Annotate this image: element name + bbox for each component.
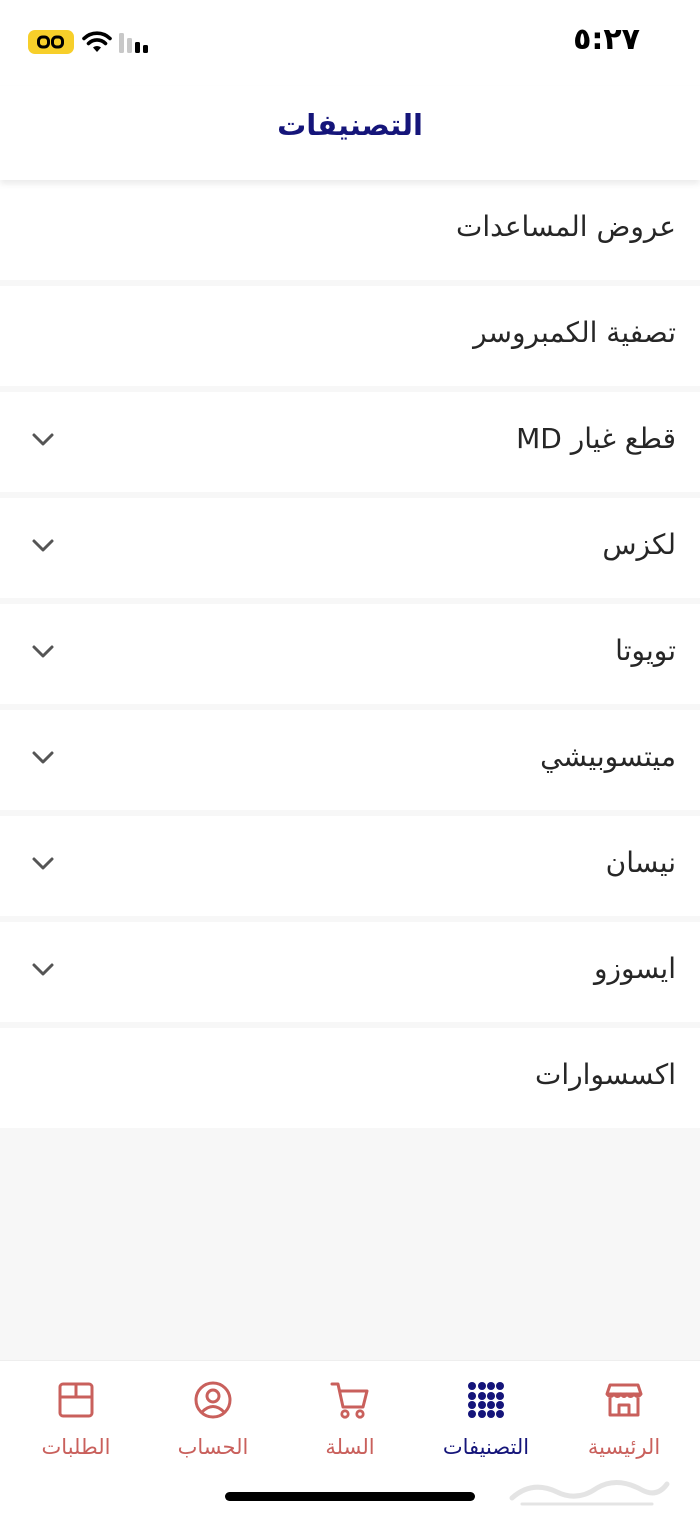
signal-icon — [119, 33, 148, 53]
category-list: عروض المساعدات تصفية الكمبروسر قطع غيار … — [0, 180, 700, 1134]
nav-label-home: الرئيسية — [587, 1435, 661, 1459]
page-title: التصنيفات — [277, 108, 423, 142]
nav-item-home[interactable]: الرئيسية — [554, 1379, 694, 1469]
category-row[interactable]: اكسسوارات — [0, 1028, 700, 1128]
category-row[interactable]: عروض المساعدات — [0, 180, 700, 280]
chevron-down-icon[interactable] — [30, 854, 56, 872]
home-indicator — [225, 1492, 475, 1501]
wifi-icon — [82, 31, 112, 52]
category-label: قطع غيار MD — [516, 422, 676, 455]
category-label: عروض المساعدات — [456, 210, 676, 243]
battery-icon — [28, 30, 74, 54]
status-time: ٥:٢٧ — [573, 22, 640, 57]
chevron-down-icon[interactable] — [30, 536, 56, 554]
nav-item-categories[interactable]: التصنيفات — [416, 1379, 556, 1469]
store-icon — [605, 1383, 643, 1417]
haraj-watermark-logo — [509, 1480, 670, 1506]
category-label: اكسسوارات — [535, 1058, 676, 1091]
category-row[interactable]: ايسوزو — [0, 922, 700, 1022]
header: التصنيفات — [0, 86, 700, 180]
category-row[interactable]: لكزس — [0, 498, 700, 598]
cart-icon — [330, 1382, 369, 1419]
grid-dots-icon — [468, 1382, 504, 1418]
chevron-down-icon[interactable] — [30, 960, 56, 978]
nav-label-cart: السلة — [325, 1435, 375, 1459]
category-label: تصفية الكمبروسر — [473, 316, 676, 349]
nav-item-orders[interactable]: الطلبات — [6, 1379, 146, 1469]
nav-item-cart[interactable]: السلة — [280, 1379, 420, 1469]
category-label: لكزس — [602, 528, 676, 561]
category-row[interactable]: نيسان — [0, 816, 700, 916]
nav-label-categories: التصنيفات — [442, 1435, 530, 1459]
nav-item-account[interactable]: الحساب — [143, 1379, 283, 1469]
chevron-down-icon[interactable] — [30, 430, 56, 448]
chevron-down-icon[interactable] — [30, 748, 56, 766]
category-row[interactable]: ميتسوبيشي — [0, 710, 700, 810]
category-row[interactable]: تصفية الكمبروسر — [0, 286, 700, 386]
category-label: ميتسوبيشي — [540, 740, 676, 773]
account-icon — [194, 1381, 232, 1419]
status-bar: ٥:٢٧ — [0, 0, 700, 86]
category-row[interactable]: تويوتا — [0, 604, 700, 704]
category-label: ايسوزو — [593, 952, 676, 985]
chevron-down-icon[interactable] — [30, 642, 56, 660]
nav-label-orders: الطلبات — [41, 1435, 111, 1459]
nav-label-account: الحساب — [177, 1435, 249, 1459]
category-label: نيسان — [605, 846, 676, 879]
box-icon — [58, 1382, 94, 1418]
category-row[interactable]: قطع غيار MD — [0, 392, 700, 492]
category-label: تويوتا — [615, 634, 676, 667]
